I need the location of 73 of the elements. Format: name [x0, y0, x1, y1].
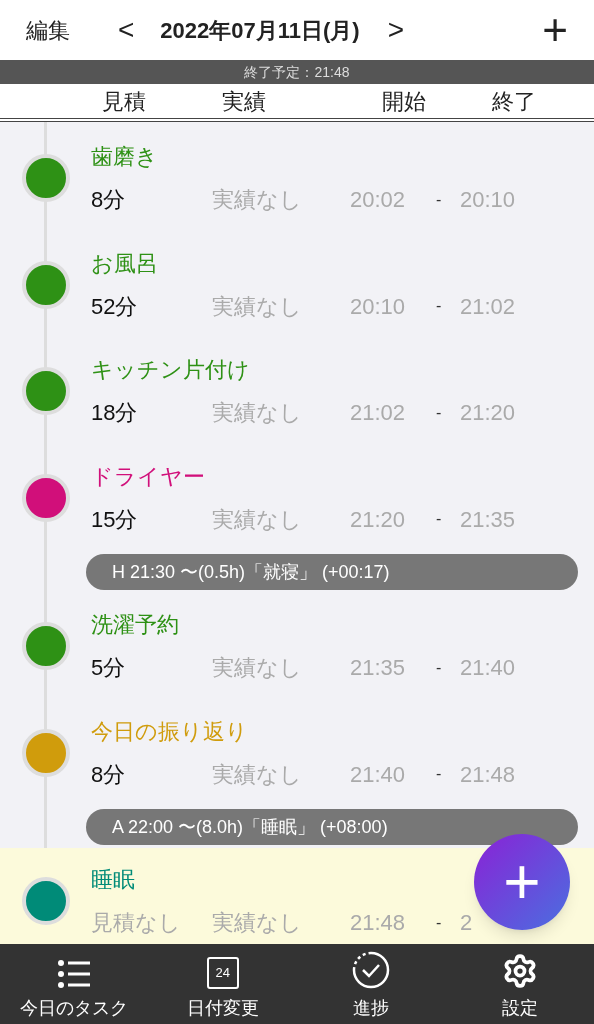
column-header: 見積	[101, 87, 147, 116]
settings-icon	[501, 953, 538, 989]
tab-label: 進捗	[353, 997, 390, 1020]
task-name: お風呂	[91, 249, 159, 278]
start-time: 20:02	[350, 186, 407, 215]
end-time: 21:40	[460, 654, 516, 683]
estimate: 18分	[91, 399, 139, 428]
start-time: 21:40	[350, 760, 407, 789]
start-time: 20:10	[350, 292, 407, 321]
status-bar: 終了予定：21:48	[0, 60, 594, 84]
add-button[interactable]: +	[542, 8, 568, 52]
time-dash: -	[436, 764, 443, 785]
tab-label: 設定	[501, 997, 538, 1020]
tab-bar-item[interactable]: 設定	[445, 944, 594, 1024]
end-time: 2	[460, 909, 473, 938]
check-circle-icon	[352, 951, 391, 989]
start-time: 21:02	[350, 399, 407, 428]
column-header: 開始	[381, 87, 427, 116]
tab-bar-item[interactable]: 進捗	[297, 944, 446, 1024]
task-row[interactable]: 歯磨き 8分 実績なし 20:02 - 20:10	[0, 125, 594, 232]
end-time: 21:35	[460, 505, 516, 534]
task-name: ドライヤー	[91, 462, 206, 491]
actual: 実績なし	[212, 292, 303, 321]
estimate: 8分	[91, 760, 127, 789]
task-name: 歯磨き	[91, 143, 159, 172]
estimate: 見積なし	[91, 909, 182, 938]
task-row[interactable]: 洗濯予約 5分 実績なし 21:35 - 21:40	[0, 593, 594, 700]
date-title: 2022年07月11日(月)	[160, 16, 360, 45]
tab-label: 日付変更	[186, 997, 259, 1020]
list-icon	[57, 959, 92, 989]
column-header: 実績	[221, 87, 267, 116]
column-header: 終了	[491, 87, 537, 116]
calendar-icon: 24	[206, 957, 239, 989]
time-dash: -	[436, 912, 443, 933]
current-task-row[interactable]: 睡眠 見積なし 実績なし 21:48 - 2	[0, 848, 472, 944]
estimate: 52分	[91, 292, 139, 321]
tab-bar-item[interactable]: 24 日付変更	[148, 944, 297, 1024]
actual: 実績なし	[212, 760, 303, 789]
task-row[interactable]: キッチン片付け 18分 実績なし 21:02 - 21:20	[0, 338, 594, 445]
time-dash: -	[436, 189, 443, 210]
edit-button[interactable]: 編集	[26, 13, 70, 47]
task-name: 睡眠	[91, 866, 136, 895]
start-time: 21:35	[350, 654, 407, 683]
actual: 実績なし	[212, 399, 303, 428]
previous-day-button[interactable]: <	[118, 9, 135, 51]
actual: 実績なし	[212, 909, 303, 938]
start-time: 21:48	[350, 909, 407, 938]
end-time: 21:48	[460, 760, 516, 789]
task-row[interactable]: ドライヤー 15分 実績なし 21:20 - 21:35	[0, 444, 594, 551]
reminder-bar: H 21:30 〜(0.5h)「就寝」 (+00:17)	[86, 554, 578, 590]
end-time: 20:10	[460, 186, 516, 215]
tab-bar-item[interactable]: 今日のタスク	[0, 944, 149, 1024]
estimate: 5分	[91, 654, 127, 683]
estimate: 15分	[91, 505, 139, 534]
time-dash: -	[436, 296, 443, 317]
tab-label: 今日のタスク	[20, 997, 129, 1020]
actual: 実績なし	[212, 654, 303, 683]
time-dash: -	[436, 402, 443, 423]
estimate: 8分	[91, 186, 127, 215]
time-dash: -	[436, 657, 443, 678]
task-name: キッチン片付け	[91, 356, 251, 385]
actual: 実績なし	[212, 505, 303, 534]
actual: 実績なし	[212, 186, 303, 215]
task-name: 今日の振り返り	[91, 717, 249, 746]
next-day-button[interactable]: >	[387, 9, 405, 51]
end-time: 21:20	[460, 399, 516, 428]
reminder-bar: A 22:00 〜(8.0h)「睡眠」 (+08:00)	[86, 809, 578, 845]
end-time: 21:02	[460, 292, 516, 321]
time-dash: -	[436, 509, 443, 530]
task-row[interactable]: 今日の振り返り 8分 実績なし 21:40 - 21:48	[0, 699, 594, 806]
task-name: 洗濯予約	[91, 611, 180, 640]
task-row[interactable]: お風呂 52分 実績なし 20:10 - 21:02	[0, 231, 594, 338]
start-time: 21:20	[350, 505, 407, 534]
